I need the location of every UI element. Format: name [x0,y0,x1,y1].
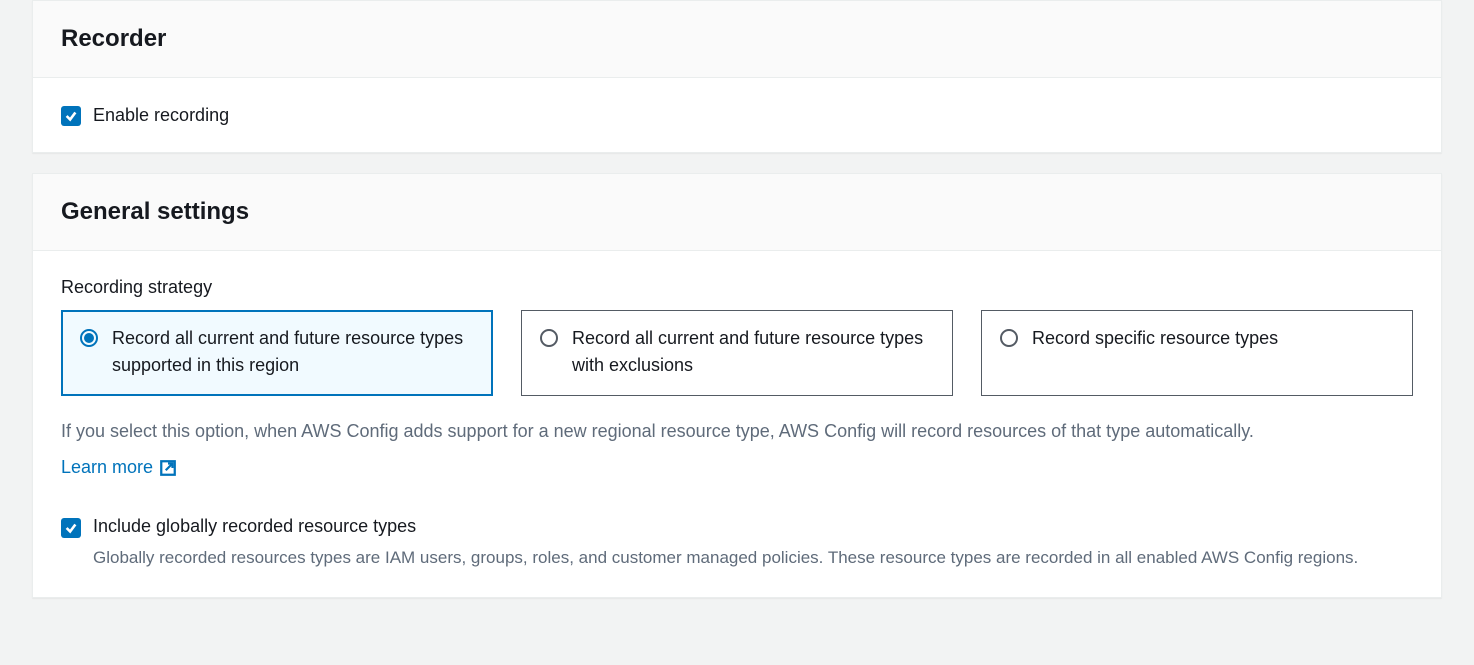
global-resources-checkbox[interactable] [61,518,81,538]
strategy-option-all-supported[interactable]: Record all current and future resource t… [61,310,493,396]
strategy-option-label: Record all current and future resource t… [572,325,934,379]
strategy-option-specific[interactable]: Record specific resource types [981,310,1413,396]
enable-recording-checkbox[interactable] [61,106,81,126]
general-settings-panel: General settings Recording strategy Reco… [32,173,1442,598]
recording-strategy-label: Recording strategy [61,277,1413,298]
general-settings-title: General settings [61,198,1413,226]
general-settings-body: Recording strategy Record all current an… [33,251,1441,597]
external-link-icon [159,459,177,477]
global-resources-text: Include globally recorded resource types… [93,516,1358,571]
strategy-help-text: If you select this option, when AWS Conf… [61,418,1413,445]
global-resources-row[interactable]: Include globally recorded resource types… [61,516,1413,571]
recording-strategy-options: Record all current and future resource t… [61,310,1413,396]
global-resources-block: Include globally recorded resource types… [61,516,1413,571]
strategy-option-label: Record specific resource types [1032,325,1278,352]
global-resources-description: Globally recorded resources types are IA… [93,545,1358,571]
radio-icon [540,329,558,347]
enable-recording-label: Enable recording [93,105,229,126]
strategy-option-with-exclusions[interactable]: Record all current and future resource t… [521,310,953,396]
learn-more-label: Learn more [61,457,153,478]
radio-icon [80,329,98,347]
general-settings-header: General settings [33,174,1441,251]
enable-recording-row[interactable]: Enable recording [61,104,1413,126]
check-icon [64,521,78,535]
recorder-body: Enable recording [33,78,1441,152]
recorder-header: Recorder [33,1,1441,78]
radio-icon [1000,329,1018,347]
strategy-option-label: Record all current and future resource t… [112,325,474,379]
recorder-title: Recorder [61,25,1413,53]
learn-more-link[interactable]: Learn more [61,457,177,478]
check-icon [64,109,78,123]
global-resources-label: Include globally recorded resource types [93,516,1358,537]
recorder-panel: Recorder Enable recording [32,0,1442,153]
